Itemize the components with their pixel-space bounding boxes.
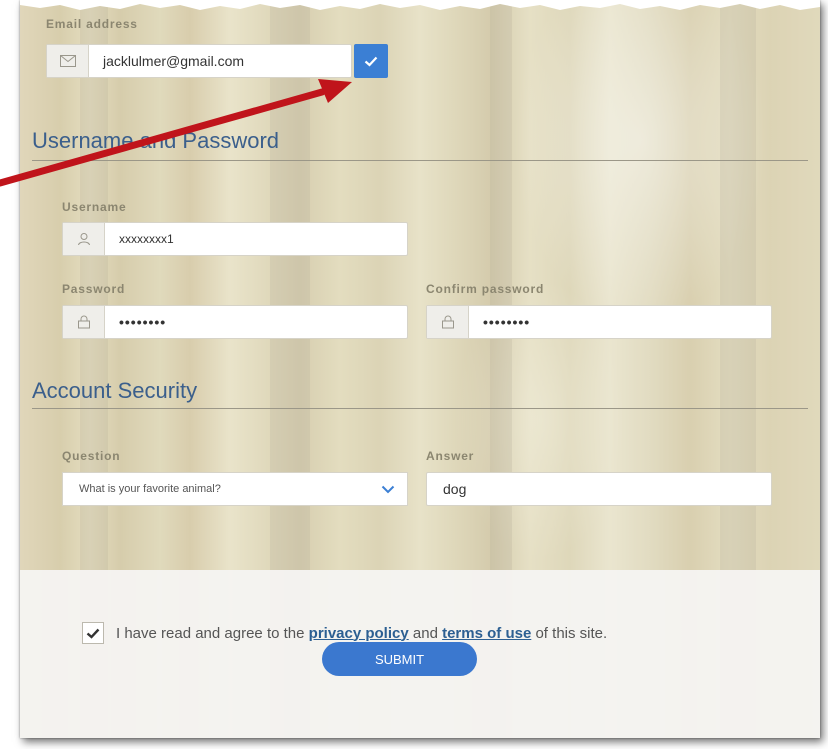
annotation-arrow	[0, 79, 352, 187]
